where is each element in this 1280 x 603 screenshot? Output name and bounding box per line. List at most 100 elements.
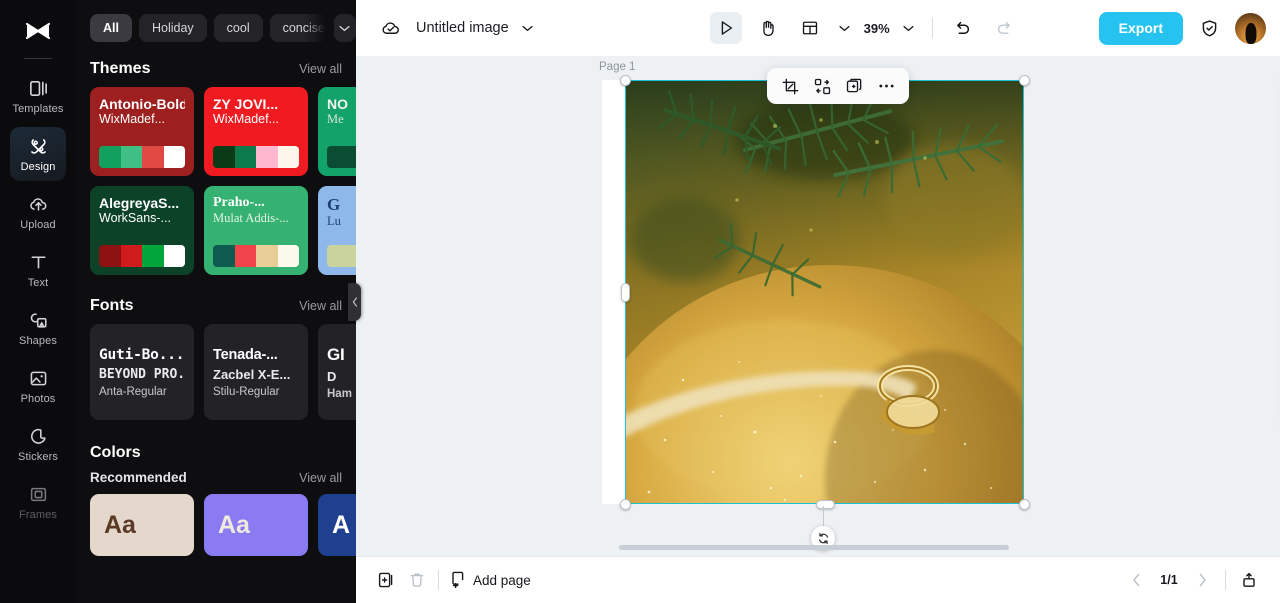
duplicate-icon[interactable] <box>839 72 869 100</box>
canvas-horizontal-scrollbar[interactable] <box>619 545 1009 550</box>
chevron-left-icon[interactable] <box>1121 565 1151 595</box>
theme-swatches <box>213 146 299 168</box>
sidebar-item-label: Shapes <box>19 334 57 347</box>
color-card[interactable]: Aa <box>204 494 308 556</box>
font-line-3: Anta-Regular <box>99 385 167 398</box>
theme-card[interactable]: Praho-... Mulat Addis-... <box>204 186 308 275</box>
theme-font-1: ZY JOVI... <box>213 97 279 112</box>
export-upload-icon[interactable] <box>1234 565 1264 595</box>
add-page-label: Add page <box>473 572 531 588</box>
resize-handle-bottom[interactable] <box>815 499 835 509</box>
more-horizontal-icon[interactable] <box>871 72 901 100</box>
layout-chevron-down-icon[interactable] <box>836 14 854 42</box>
theme-card[interactable]: AlegreyaS... WorkSans-... <box>90 186 194 275</box>
toolbar-divider <box>931 18 933 38</box>
theme-card[interactable]: ZY JOVI... WixMadef... <box>204 87 308 176</box>
chevron-right-icon[interactable] <box>1187 565 1217 595</box>
resize-handle-bottom-left[interactable] <box>619 498 631 510</box>
page-label: Page 1 <box>599 61 636 73</box>
select-tool-button[interactable] <box>709 12 742 44</box>
sidebar-item-stickers[interactable]: Stickers <box>10 417 66 471</box>
font-card[interactable]: Guti-Bo... BEYOND PRO... Anta-Regular <box>90 324 194 420</box>
frames-icon <box>28 484 49 505</box>
theme-font-2: Mulat Addis-... <box>213 211 289 225</box>
theme-font-1: AlegreyaS... <box>99 196 180 211</box>
capcut-logo-icon[interactable] <box>18 14 58 48</box>
chip-all[interactable]: All <box>90 14 132 42</box>
theme-swatches <box>327 146 356 168</box>
trash-icon[interactable] <box>402 565 432 595</box>
zoom-chevron-down-icon[interactable] <box>900 14 918 42</box>
font-card[interactable]: GI D Ham <box>318 324 356 420</box>
photos-icon <box>28 368 49 389</box>
chevron-down-icon[interactable] <box>519 14 537 42</box>
resize-handle-left[interactable] <box>620 282 630 302</box>
colors-recommended-header: Recommended View all <box>76 466 356 494</box>
filter-chip-row: All Holiday cool concise <box>76 0 356 54</box>
cloud-saved-icon[interactable] <box>374 12 406 44</box>
theme-font-1: Antonio-Bold <box>99 97 185 112</box>
sidebar-item-templates[interactable]: Templates <box>10 69 66 123</box>
font-line-1: Guti-Bo... <box>99 346 185 363</box>
shield-check-icon[interactable] <box>1193 12 1225 44</box>
layout-tool-button[interactable] <box>794 12 826 44</box>
bottom-divider <box>438 570 439 590</box>
resize-handle-top-left[interactable] <box>619 74 631 86</box>
color-card-label: A <box>332 510 351 539</box>
canvas-area[interactable]: Page 1 <box>356 56 1280 556</box>
add-page-button[interactable]: Add page <box>445 570 539 591</box>
replace-image-icon[interactable] <box>807 72 837 100</box>
chip-concise[interactable]: concise <box>269 14 327 42</box>
chip-holiday[interactable]: Holiday <box>138 14 207 42</box>
crop-icon[interactable] <box>775 72 805 100</box>
resize-handle-bottom-right[interactable] <box>1018 498 1030 510</box>
chip-cool[interactable]: cool <box>213 14 263 42</box>
font-card[interactable]: Tenada-... Zacbel X-E... Stilu-Regular <box>204 324 308 420</box>
colors-view-all[interactable]: View all <box>299 471 342 485</box>
font-line-3: Ham <box>327 387 352 400</box>
hand-tool-button[interactable] <box>752 12 784 44</box>
sidebar-item-photos[interactable]: Photos <box>10 359 66 413</box>
undo-button[interactable] <box>947 12 979 44</box>
themes-view-all[interactable]: View all <box>299 62 342 76</box>
section-title: Themes <box>90 60 151 77</box>
avatar[interactable] <box>1235 12 1266 44</box>
sidebar-item-design[interactable]: Design <box>10 127 66 181</box>
theme-swatches <box>213 245 299 267</box>
sidebar-item-label: Text <box>27 276 49 289</box>
theme-card[interactable]: Antonio-Bold WixMadef... <box>90 87 194 176</box>
section-subtitle: Recommended <box>90 470 187 485</box>
color-card[interactable]: A <box>318 494 356 556</box>
panel-collapse-handle[interactable] <box>348 283 361 321</box>
fonts-section-header: Fonts View all <box>76 275 356 324</box>
theme-font-1: NO <box>327 97 348 112</box>
theme-font-2: WixMadef... <box>99 112 165 126</box>
sidebar-item-text[interactable]: Text <box>10 243 66 297</box>
templates-icon <box>28 78 49 99</box>
fonts-view-all[interactable]: View all <box>299 299 342 313</box>
rail-divider <box>24 58 52 59</box>
sidebar-item-label: Design <box>20 160 56 173</box>
zoom-level[interactable]: 39% <box>864 21 890 36</box>
stickers-icon <box>28 426 49 447</box>
export-button[interactable]: Export <box>1098 11 1183 45</box>
chevron-down-icon[interactable] <box>333 14 356 42</box>
theme-swatches <box>327 245 356 267</box>
color-card[interactable]: Aa <box>90 494 194 556</box>
canvas-image[interactable] <box>625 80 1024 504</box>
theme-card[interactable]: G Lu <box>318 186 356 275</box>
sidebar-item-frames[interactable]: Frames <box>10 475 66 529</box>
font-line-1: Tenada-... <box>213 346 278 363</box>
page-indicator: 1/1 <box>1160 573 1178 587</box>
sidebar-item-upload[interactable]: Upload <box>10 185 66 239</box>
resize-handle-top-right[interactable] <box>1018 74 1030 86</box>
color-card-label: Aa <box>104 510 136 539</box>
document-title[interactable]: Untitled image <box>416 20 509 36</box>
duplicate-page-icon[interactable] <box>370 565 400 595</box>
sidebar-item-shapes[interactable]: Shapes <box>10 301 66 355</box>
theme-card[interactable]: NO Me <box>318 87 356 176</box>
redo-button[interactable] <box>989 12 1021 44</box>
themes-row-1: Antonio-Bold WixMadef... ZY JOVI... WixM… <box>76 87 356 176</box>
color-card-label: Aa <box>218 510 250 539</box>
theme-font-2: Me <box>327 112 344 126</box>
